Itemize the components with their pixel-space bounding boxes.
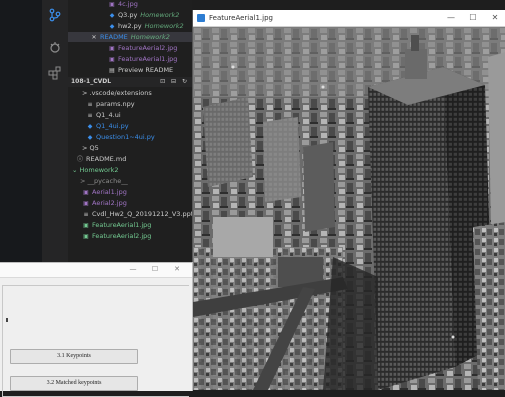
tree-item[interactable]: ▣ FeatureAerial2.jpg [68, 231, 151, 241]
tree-item[interactable]: ◆ Question1~4ui.py [68, 132, 155, 142]
image-viewer-window: FeatureAerial1.jpg — ☐ ✕ [192, 10, 505, 390]
preview-icon: ▤ [109, 67, 115, 74]
tree-item-label: Q1_4.ui [96, 111, 121, 119]
app-icon [197, 14, 205, 22]
tree-item-label: Q1_4ui.py [96, 122, 129, 130]
tree-item-label: README.md [86, 155, 127, 163]
minimize-button[interactable]: — [440, 10, 462, 26]
folder-hint: Homework2 [130, 33, 170, 41]
open-editor-label: 4c.jpg [118, 0, 138, 8]
file-icon: ≡ [87, 112, 93, 119]
file-icon: ▣ [83, 222, 89, 229]
desktop-background [0, 0, 42, 262]
matched-keypoints-button[interactable]: 3.2 Matched keypoints [10, 376, 138, 391]
tree-item-label: Aerial1.jpg [92, 188, 127, 196]
open-editor-label: hw2.py [118, 22, 142, 30]
tree-item-label: Question1~4ui.py [96, 133, 155, 141]
file-icon: ▣ [83, 189, 89, 196]
section-title: 108-1_CVDL [71, 78, 112, 85]
image-icon: ▣ [109, 56, 115, 63]
folder-hint: Homework2 [144, 22, 184, 30]
aerial-image [193, 27, 505, 390]
open-editor-item[interactable]: ▤ Preview README [68, 65, 173, 75]
open-editor-item[interactable]: ◆ hw2.py Homework2 [68, 21, 184, 31]
tree-item-label: > Q5 [82, 144, 99, 152]
tree-item-label: params.npy [96, 100, 135, 108]
python-icon: ◆ [109, 23, 115, 30]
group-box-marker [6, 318, 8, 322]
image-window-titlebar[interactable]: FeatureAerial1.jpg — ☐ ✕ [193, 10, 505, 27]
image-window-title: FeatureAerial1.jpg [209, 14, 273, 22]
open-editor-item[interactable]: ▣ 4c.jpg [68, 0, 138, 9]
tree-item-label: > .vscode/extensions [82, 89, 152, 97]
tree-item-label: > __pycache__ [80, 177, 128, 185]
open-editor-item[interactable]: ▣ FeatureAerial2.jpg [68, 43, 177, 53]
tree-item[interactable]: ▣ FeatureAerial1.jpg [68, 220, 151, 230]
close-button[interactable]: ✕ [484, 10, 505, 26]
image-icon: ▣ [109, 45, 115, 52]
tree-item[interactable]: ▣ Aerial2.jpg [68, 198, 127, 208]
tree-item[interactable]: ◆ Q1_4ui.py [68, 121, 129, 131]
maximize-button[interactable]: ☐ [462, 10, 484, 26]
tree-item[interactable]: ≡ Q1_4.ui [68, 110, 121, 120]
tree-item[interactable]: ≡ params.npy [68, 99, 135, 109]
tree-item[interactable]: > __pycache__ [68, 176, 128, 186]
dialog-maximize-button[interactable]: ☐ [146, 262, 164, 276]
tree-item-label: FeatureAerial1.jpg [92, 221, 152, 229]
file-icon: ▣ [83, 233, 89, 240]
tree-item[interactable]: > .vscode/extensions [68, 88, 152, 98]
file-icon: ≡ [87, 101, 93, 108]
open-editor-label: Preview README [118, 66, 174, 74]
close-icon: ✕ [91, 34, 97, 41]
debug-icon[interactable] [48, 40, 62, 54]
dialog-close-button[interactable]: ✕ [168, 262, 186, 276]
tree-item[interactable]: ▣ Aerial1.jpg [68, 187, 127, 197]
section-toolbar[interactable]: ⊡ ⊟ ↻ [160, 77, 189, 87]
keypoints-button[interactable]: 3.1 Keypoints [10, 349, 138, 364]
image-icon: ▣ [109, 1, 115, 8]
python-icon: ◆ [109, 12, 115, 19]
open-editor-item[interactable]: ✕ README Homework2 [68, 32, 192, 42]
file-icon: ◆ [87, 134, 93, 141]
tree-item-label: Cvdl_Hw2_Q_20191212_V3.pptx [92, 210, 192, 218]
file-icon: ≡ [83, 211, 89, 218]
tree-item[interactable]: ⓘ README.md [68, 154, 126, 164]
source-control-icon[interactable] [48, 8, 62, 22]
file-icon: ▣ [83, 200, 89, 207]
open-editor-item[interactable]: ▣ FeatureAerial1.jpg [68, 54, 177, 64]
tree-item-label: Aerial2.jpg [92, 199, 127, 207]
tree-item[interactable]: > Q5 [68, 143, 99, 153]
open-editor-label: README [100, 33, 128, 41]
open-editor-label: FeatureAerial1.jpg [118, 55, 178, 63]
tree-item-label: FeatureAerial2.jpg [92, 232, 152, 240]
dialog-titlebar[interactable]: — ☐ ✕ [0, 263, 192, 278]
tree-item[interactable]: ⌄ Homework2 [68, 165, 119, 175]
open-editor-label: FeatureAerial2.jpg [118, 44, 178, 52]
open-editor-label: Q3.py [118, 11, 138, 19]
aerial-city-photo [193, 27, 505, 390]
qt-dialog-window: — ☐ ✕ 3.1 Keypoints 3.2 Matched keypoint… [0, 262, 193, 397]
activity-bar [42, 0, 69, 262]
dialog-minimize-button[interactable]: — [124, 262, 142, 276]
extensions-icon[interactable] [48, 66, 62, 80]
file-icon: ⓘ [76, 156, 83, 163]
file-explorer: ▣ 4c.jpg ◆ Q3.py Homework2 ◆ hw2.py Homework2 ✕ R… [68, 0, 192, 262]
tree-item-label: ⌄ Homework2 [72, 166, 119, 174]
open-editor-item[interactable]: ◆ Q3.py Homework2 [68, 10, 180, 20]
folder-hint: Homework2 [140, 11, 180, 19]
file-icon: ◆ [87, 123, 93, 130]
workspace-section-header[interactable]: 108-1_CVDL ⊡ ⊟ ↻ [68, 77, 192, 87]
tree-item[interactable]: ≡ Cvdl_Hw2_Q_20191212_V3.pptx [68, 209, 192, 219]
